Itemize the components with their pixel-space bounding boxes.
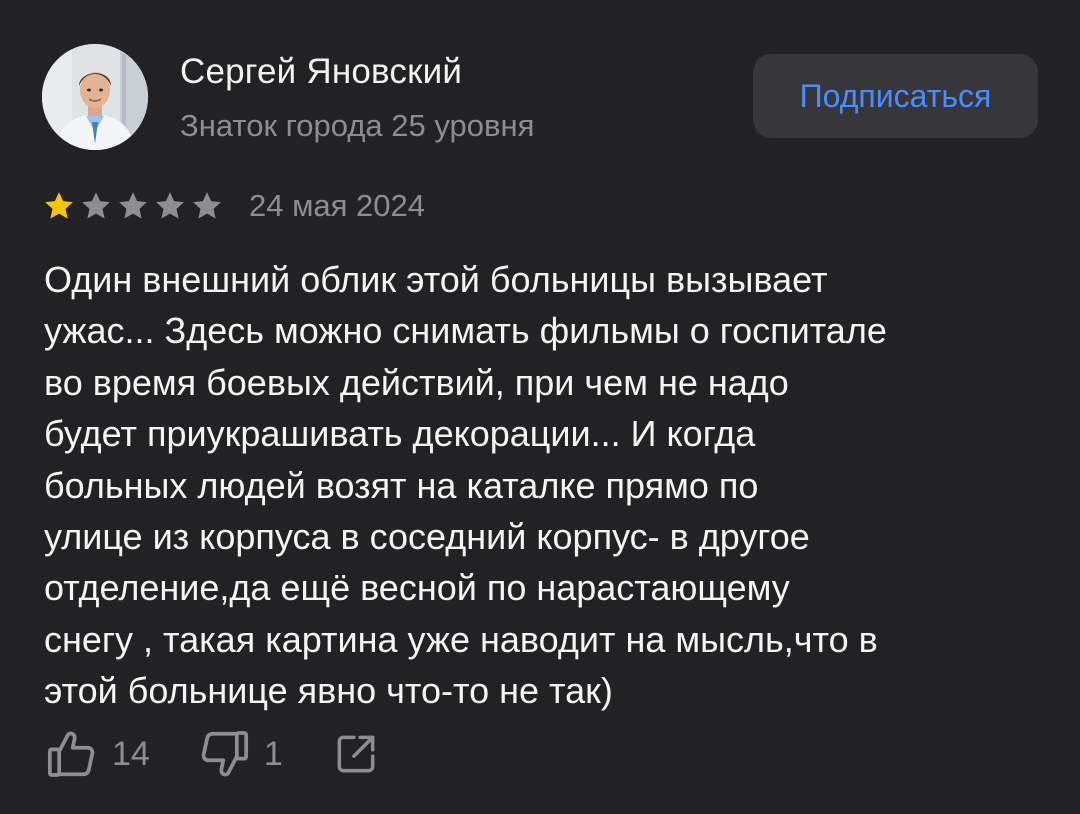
star-empty-icon xyxy=(193,192,221,219)
avatar-photo xyxy=(42,44,148,150)
like-count: 14 xyxy=(112,734,150,773)
review-text: Один внешний облик этой больницы вызывае… xyxy=(44,254,1044,717)
review-card: Сергей Яновский Знаток города 25 уровня … xyxy=(0,0,1080,814)
review-text-line: во время боевых действий, при чем не над… xyxy=(44,361,789,403)
review-text-line: Один внешний облик этой больницы вызывае… xyxy=(44,259,828,300)
review-actions: 14 1 xyxy=(44,727,381,781)
author-name[interactable]: Сергей Яновский xyxy=(180,52,462,92)
star-rating xyxy=(42,189,227,223)
review-text-line: больных людей возят на каталке прямо по xyxy=(44,464,759,506)
author-avatar[interactable] xyxy=(42,44,148,150)
dislike-count: 1 xyxy=(263,734,283,773)
dislike-button[interactable]: 1 xyxy=(196,726,283,782)
subscribe-button[interactable]: Подписаться xyxy=(753,54,1038,138)
rating-row: 24 мая 2024 xyxy=(42,186,425,226)
share-icon xyxy=(331,729,381,779)
review-text-line: будет приукрашивать декорации... И когда xyxy=(44,413,756,455)
thumbs-down-icon xyxy=(196,726,252,782)
star-empty-icon xyxy=(82,192,110,219)
review-text-line: снегу , такая картина уже наводит на мыс… xyxy=(44,618,878,660)
review-text-line: этой больнице явно что-то не так) xyxy=(44,670,613,712)
author-level: Знаток города 25 уровня xyxy=(180,108,535,143)
star-empty-icon xyxy=(119,192,147,219)
star-empty-icon xyxy=(156,192,184,219)
thumbs-up-icon xyxy=(44,726,100,782)
like-button[interactable]: 14 xyxy=(44,726,150,782)
share-button[interactable] xyxy=(331,729,381,779)
star-filled-icon xyxy=(45,192,73,219)
review-text-line: отделение,да ещё весной по нарастающему xyxy=(44,567,790,609)
review-text-line: улице из корпуса в соседний корпус- в др… xyxy=(44,516,810,558)
review-date: 24 мая 2024 xyxy=(249,188,426,223)
review-text-line: ужас... Здесь можно снимать фильмы о гос… xyxy=(44,310,887,352)
